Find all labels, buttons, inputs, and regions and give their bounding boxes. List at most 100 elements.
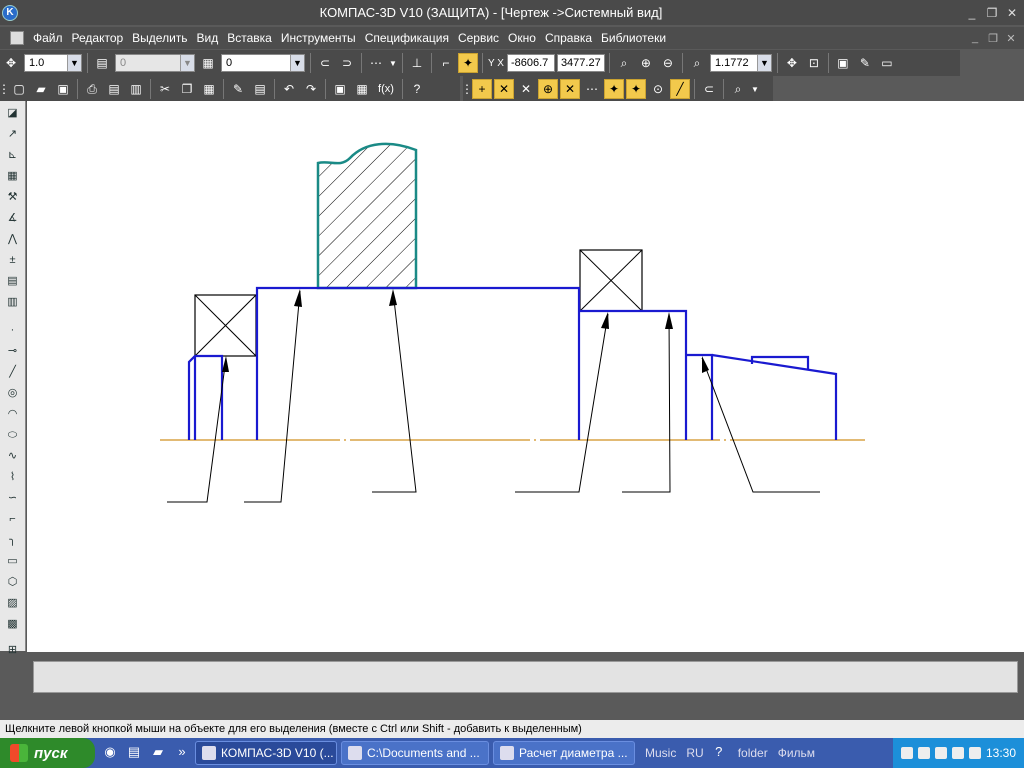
menu-window[interactable]: Окно xyxy=(508,31,536,45)
paste-icon[interactable]: ▦ xyxy=(199,79,219,99)
chevron-down-icon[interactable]: ▼ xyxy=(756,55,771,71)
chevron-down-icon[interactable]: ▼ xyxy=(388,53,398,73)
restore-button[interactable]: ❐ xyxy=(984,6,1000,20)
menu-specification[interactable]: Спецификация xyxy=(365,31,449,45)
properties-list-icon[interactable]: ▤ xyxy=(250,79,270,99)
leader-lines[interactable] xyxy=(167,290,820,503)
quicklaunch-chevron-icon[interactable]: » xyxy=(173,744,191,762)
menu-help[interactable]: Справка xyxy=(545,31,592,45)
ortho-icon[interactable]: ⌐ xyxy=(436,53,456,73)
kompas-icon[interactable]: K xyxy=(2,4,18,21)
layer-icon[interactable]: ▤ xyxy=(92,53,112,73)
tray-chevron-icon[interactable] xyxy=(900,747,913,759)
chevron-down-icon[interactable]: ▼ xyxy=(750,79,760,99)
polygon-tool-icon[interactable]: ⬡ xyxy=(3,573,23,591)
spec-tool-icon[interactable]: ± xyxy=(3,251,23,269)
print-icon[interactable]: ⎙ xyxy=(82,79,102,99)
menu-tools[interactable]: Инструменты xyxy=(281,31,356,45)
clock[interactable]: 13:30 xyxy=(986,746,1016,760)
dimensions-tool-icon[interactable]: ↗ xyxy=(3,125,23,143)
chevron-down-icon[interactable]: ▼ xyxy=(290,55,304,71)
menu-select[interactable]: Выделить xyxy=(132,31,187,45)
new-document-icon[interactable]: ▢ xyxy=(9,79,29,99)
copy-icon[interactable]: ❐ xyxy=(177,79,197,99)
point-tool-icon[interactable]: · xyxy=(3,321,23,339)
rectangle-tool-icon[interactable]: ▭ xyxy=(3,552,23,570)
start-button[interactable]: пуск xyxy=(0,738,95,768)
snap-point-icon[interactable]: ⊙ xyxy=(648,79,668,99)
library-icon[interactable]: ▦ xyxy=(352,79,372,99)
auxiliary-line-icon[interactable]: ⊸ xyxy=(3,342,23,360)
parametrize-tool-icon[interactable]: ⚒ xyxy=(3,188,23,206)
geometry-tool-icon[interactable]: ◪ xyxy=(3,104,23,122)
edit-tool-icon[interactable]: ▦ xyxy=(3,167,23,185)
polyline-tool-icon[interactable]: ⌇ xyxy=(3,468,23,486)
redo-icon[interactable]: ↷ xyxy=(301,79,321,99)
menu-service[interactable]: Сервис xyxy=(458,31,499,45)
snap-center-icon[interactable]: ⊕ xyxy=(538,79,558,99)
zoom-combo[interactable]: 1.1772 ▼ xyxy=(709,54,772,72)
properties-icon[interactable]: ✎ xyxy=(855,53,875,73)
insert-tool-icon[interactable]: ▥ xyxy=(3,293,23,311)
bearing-left[interactable] xyxy=(194,294,257,357)
toolbar-folder[interactable]: folder xyxy=(738,746,768,760)
menu-file[interactable]: Файл xyxy=(33,31,63,45)
ie-icon[interactable]: ◉ xyxy=(101,744,119,762)
grid-step-icon[interactable]: ✥ xyxy=(1,53,21,73)
snap-grid-icon[interactable]: ⋯ xyxy=(582,79,602,99)
segment-tool-icon[interactable]: ╱ xyxy=(3,363,23,381)
style-combo[interactable]: 0 ▼ xyxy=(221,54,305,72)
save-icon[interactable]: ▣ xyxy=(53,79,73,99)
properties-panel-field[interactable] xyxy=(33,661,1018,693)
drawing-canvas[interactable] xyxy=(27,101,1024,652)
hatch-tool-icon[interactable]: ▨ xyxy=(3,594,23,612)
doc-restore-button[interactable]: ❐ xyxy=(986,32,1000,45)
menu-editor[interactable]: Редактор xyxy=(72,31,124,45)
reports-tool-icon[interactable]: ▤ xyxy=(3,272,23,290)
desktop-icon[interactable]: ▤ xyxy=(125,744,143,762)
zoom-out-icon[interactable]: ⊖ xyxy=(658,53,678,73)
open-icon[interactable]: ▰ xyxy=(31,79,51,99)
arc-tool-icon[interactable]: ◠ xyxy=(3,405,23,423)
task-word[interactable]: Расчет диаметра ... xyxy=(493,741,635,765)
document-icon[interactable] xyxy=(10,31,24,45)
style-icon[interactable]: ▦ xyxy=(198,53,218,73)
step-combo[interactable]: 1.0 ▼ xyxy=(24,54,82,72)
circle-tool-icon[interactable]: ◎ xyxy=(3,384,23,402)
toolbar-music[interactable]: Music xyxy=(645,746,676,760)
menu-view[interactable]: Вид xyxy=(197,31,219,45)
bearing-right[interactable] xyxy=(579,249,643,312)
ellipse-tool-icon[interactable]: ⬭ xyxy=(3,426,23,444)
spline-tool-icon[interactable]: ∿ xyxy=(3,447,23,465)
format-painter-icon[interactable]: ✎ xyxy=(228,79,248,99)
volume-icon[interactable] xyxy=(951,747,964,759)
help-pointer-icon[interactable]: ? xyxy=(407,79,427,99)
curve-tool-icon[interactable]: ∽ xyxy=(3,489,23,507)
hatched-section[interactable] xyxy=(316,142,418,290)
help-icon[interactable]: ? xyxy=(710,744,728,762)
print-preview-icon[interactable]: ▥ xyxy=(126,79,146,99)
grid-icon[interactable]: ⋯ xyxy=(366,53,386,73)
close-button[interactable]: ✕ xyxy=(1004,6,1020,20)
coord-x-field[interactable]: -8606.7 xyxy=(506,54,555,72)
refresh-icon[interactable]: ▣ xyxy=(833,53,853,73)
zoom-window-icon[interactable]: ⌕ xyxy=(614,53,634,73)
snap-middle-icon[interactable]: ✕ xyxy=(516,79,536,99)
magnet-icon[interactable]: ⊂ xyxy=(315,53,335,73)
snap-icon[interactable]: ✦ xyxy=(458,53,478,73)
chamfer-tool-icon[interactable]: ⌐ xyxy=(3,510,23,528)
collection-tool-icon[interactable]: ⊞ xyxy=(3,641,23,659)
snap-angle-icon[interactable]: ✦ xyxy=(604,79,624,99)
local-cs-icon[interactable]: ⊥ xyxy=(407,53,427,73)
drawing-svg[interactable] xyxy=(27,101,1024,652)
snap-tangent-icon[interactable]: ✦ xyxy=(626,79,646,99)
snap-normal-icon[interactable]: ╱ xyxy=(670,79,690,99)
task-explorer[interactable]: C:\Documents and ... xyxy=(341,741,489,765)
chevron-down-icon[interactable]: ▼ xyxy=(67,55,81,71)
cut-icon[interactable]: ✂ xyxy=(155,79,175,99)
measure-tool-icon[interactable]: ∡ xyxy=(3,209,23,227)
task-kompas[interactable]: КОМПАС-3D V10 (... xyxy=(195,741,337,765)
menu-libraries[interactable]: Библиотеки xyxy=(601,31,666,45)
magnet-local-icon[interactable]: ⊃ xyxy=(337,53,357,73)
zoom-in-icon[interactable]: ⊕ xyxy=(636,53,656,73)
